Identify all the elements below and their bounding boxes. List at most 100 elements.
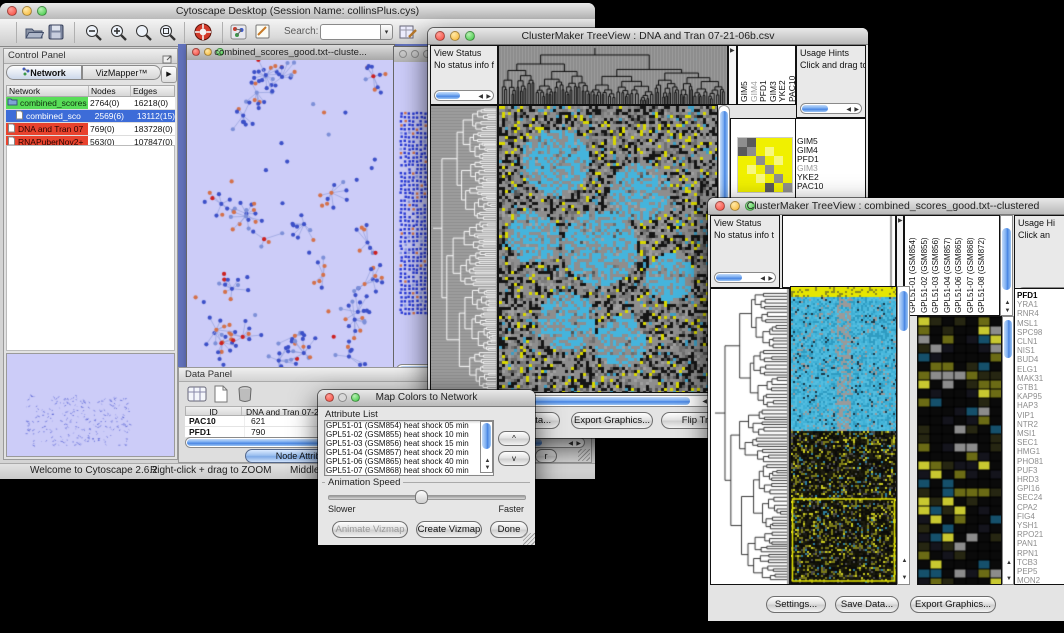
network-table-row[interactable]: combined_scores2764(0)16218(0) <box>6 97 175 110</box>
gene-label[interactable]: PFD1 <box>1017 291 1064 300</box>
matrix-cell[interactable] <box>765 138 774 147</box>
gene-label[interactable]: PHO81 <box>1017 457 1064 466</box>
move-down-button[interactable]: v <box>498 451 530 466</box>
matrix-cell[interactable] <box>765 183 774 192</box>
gene-label[interactable]: PEP5 <box>1017 567 1064 576</box>
gene-label[interactable]: HMG1 <box>1017 447 1064 456</box>
main-titlebar[interactable]: Cytoscape Desktop (Session Name: collins… <box>0 3 595 20</box>
zoom-fit-icon[interactable] <box>158 23 177 47</box>
resize-grip[interactable] <box>578 449 590 461</box>
matrix-cell[interactable] <box>747 165 756 174</box>
treeview1-titlebar[interactable]: ClusterMaker TreeView : DNA and Tran 07-… <box>428 28 868 45</box>
tv2-zoom-heatmap[interactable] <box>917 316 1002 585</box>
gene-label[interactable]: MSL1 <box>1017 319 1064 328</box>
tv2-scroll-strip[interactable]: ▶ <box>896 215 904 288</box>
tv2-labels-scrollbar[interactable]: ▲ ▼ <box>1000 215 1013 316</box>
matrix-cell[interactable] <box>756 165 765 174</box>
matrix-cell[interactable] <box>765 147 774 156</box>
matrix-cell[interactable] <box>765 165 774 174</box>
save-icon[interactable] <box>47 23 65 46</box>
matrix-cell[interactable] <box>756 147 765 156</box>
tv2-global-scrollbar[interactable]: ▲ ▼ <box>897 286 910 585</box>
matrix-cell[interactable] <box>774 138 783 147</box>
tv2-global-heatmap[interactable] <box>790 286 897 585</box>
zoom-in-icon[interactable] <box>109 23 128 47</box>
matrix-cell[interactable] <box>747 174 756 183</box>
matrix-cell[interactable] <box>783 165 792 174</box>
gene-label[interactable]: CLN1 <box>1017 337 1064 346</box>
tv1-column-dendrogram[interactable] <box>498 45 728 105</box>
matrix-cell[interactable] <box>738 165 747 174</box>
tv1-export-graphics-button[interactable]: Export Graphics... <box>571 412 653 429</box>
gene-label[interactable]: SEC24 <box>1017 493 1064 502</box>
matrix-cell[interactable] <box>738 156 747 165</box>
matrix-cell[interactable] <box>756 174 765 183</box>
attribute-list-item[interactable]: GPL51-07 (GSM868) heat shock 60 min <box>326 466 479 475</box>
gene-label[interactable]: TCB3 <box>1017 558 1064 567</box>
slider-thumb[interactable] <box>415 490 428 504</box>
gene-label[interactable]: MON2 <box>1017 576 1064 585</box>
matrix-cell[interactable] <box>738 138 747 147</box>
matrix-cell[interactable] <box>747 147 756 156</box>
gene-label[interactable]: RNR4 <box>1017 309 1064 318</box>
gene-label[interactable]: NIS1 <box>1017 346 1064 355</box>
matrix-cell[interactable] <box>774 183 783 192</box>
open-folder-icon[interactable] <box>24 23 44 46</box>
tv1-row-dendrogram[interactable] <box>430 105 498 393</box>
gene-label[interactable]: BUD4 <box>1017 355 1064 364</box>
matrix-cell[interactable] <box>783 156 792 165</box>
tv2-top-tree-area[interactable] <box>782 215 896 288</box>
zoom-selected-icon[interactable] <box>134 23 153 47</box>
mini-network-icon[interactable] <box>230 24 247 45</box>
matrix-cell[interactable] <box>774 156 783 165</box>
matrix-cell[interactable] <box>783 183 792 192</box>
matrix-cell[interactable] <box>747 156 756 165</box>
table-view-icon[interactable] <box>187 385 207 408</box>
matrix-cell[interactable] <box>738 183 747 192</box>
gene-label[interactable]: GTB1 <box>1017 383 1064 392</box>
tv2-status-scrollbar[interactable]: ◀▶ <box>714 272 776 283</box>
attribute-list-item[interactable]: GPL51-01 (GSM854) heat shock 05 min <box>326 421 479 430</box>
tv2-settings-button[interactable]: Settings... <box>766 596 826 613</box>
gene-label[interactable]: HRD3 <box>1017 475 1064 484</box>
gene-label[interactable]: GPI16 <box>1017 484 1064 493</box>
matrix-cell[interactable] <box>774 174 783 183</box>
attribute-list-item[interactable]: GPL51-02 (GSM855) heat shock 10 min <box>326 430 479 439</box>
tv2-row-dendrogram[interactable] <box>710 288 790 585</box>
col-header-nodes[interactable]: Nodes <box>89 86 131 96</box>
delete-attribute-icon[interactable] <box>236 385 254 408</box>
matrix-cell[interactable] <box>765 156 774 165</box>
gene-label[interactable]: YRA1 <box>1017 300 1064 309</box>
gene-label[interactable]: VIP1 <box>1017 411 1064 420</box>
gene-label[interactable]: SEC1 <box>1017 438 1064 447</box>
tv1-usage-scrollbar[interactable]: ◀▶ <box>800 103 862 114</box>
col-header-edges[interactable]: Edges <box>131 86 174 96</box>
tab-vizmapper[interactable]: VizMapper™ <box>82 65 161 80</box>
annotation-icon[interactable] <box>254 23 272 46</box>
network-table-row[interactable]: combined_sco2569(6)13112(15) <box>6 110 175 123</box>
dialog-titlebar[interactable]: Map Colors to Network <box>318 390 535 407</box>
matrix-cell[interactable] <box>738 174 747 183</box>
animation-speed-slider[interactable] <box>328 495 526 500</box>
network-name-cell[interactable]: DNA and Tran 07 <box>6 123 88 135</box>
tv1-scroll-strip[interactable]: ▶ <box>728 45 737 105</box>
col-header-network[interactable]: Network <box>7 86 89 96</box>
network-overview[interactable] <box>6 353 175 457</box>
matrix-cell[interactable] <box>765 174 774 183</box>
matrix-cell[interactable] <box>783 174 792 183</box>
gene-label[interactable]: KAP95 <box>1017 392 1064 401</box>
gene-label[interactable]: SPC98 <box>1017 328 1064 337</box>
attribute-list-item[interactable]: GPL51-04 (GSM857) heat shock 20 min <box>326 448 479 457</box>
tv2-export-graphics-button[interactable]: Export Graphics... <box>910 596 996 613</box>
matrix-cell[interactable] <box>747 183 756 192</box>
attribute-list-item[interactable]: GPL51-06 (GSM865) heat shock 40 min <box>326 457 479 466</box>
gene-label[interactable]: RPN1 <box>1017 549 1064 558</box>
gene-label[interactable]: PUF3 <box>1017 466 1064 475</box>
tab-overflow-button[interactable]: ▶ <box>161 66 177 83</box>
matrix-cell[interactable] <box>783 147 792 156</box>
matrix-cell[interactable] <box>738 147 747 156</box>
gene-label[interactable]: RPO21 <box>1017 530 1064 539</box>
matrix-cell[interactable] <box>756 138 765 147</box>
attribute-editor-icon[interactable] <box>399 23 418 46</box>
search-input[interactable] <box>320 24 381 40</box>
